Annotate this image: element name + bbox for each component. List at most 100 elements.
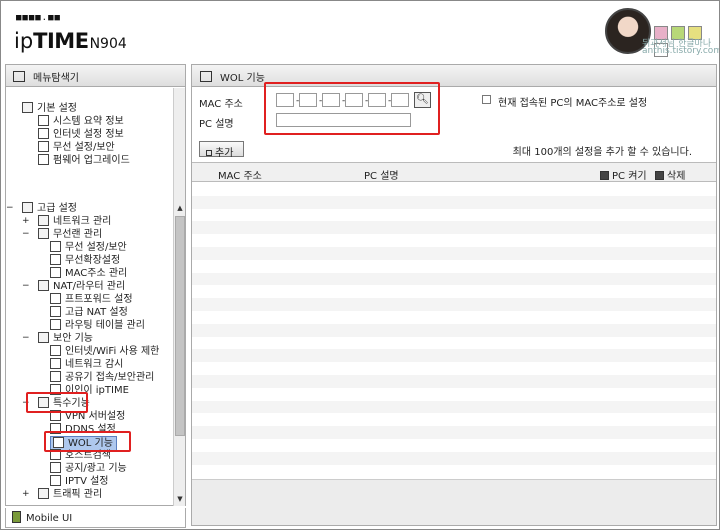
tree-item-wireless-basic[interactable]: 무선 설정/보안: [38, 141, 115, 154]
tree-security[interactable]: − 보안 기능: [22, 332, 93, 345]
wol-panel: WOL 기능 MAC 주소 PC 설명 - - - - - 🔍︎ 현재 접속된 …: [191, 64, 717, 526]
menu-explorer-panel: 메뉴탐색기 기본 설정 시스템 요약 정보 인터넷 설정 정보 무선 설정/보안…: [5, 64, 186, 506]
expand-icon[interactable]: +: [22, 215, 30, 227]
mac-octet-6[interactable]: [391, 93, 409, 107]
page-icon: [50, 241, 61, 252]
tree-nat[interactable]: − NAT/라우터 관리: [22, 280, 125, 293]
menu-explorer-title: 메뉴탐색기: [33, 73, 79, 84]
table-row: [192, 195, 716, 209]
page-title: WOL 기능: [220, 73, 265, 84]
magnifier-icon: 🔍︎: [416, 94, 429, 105]
sidebar-scrollbar[interactable]: ▲ ▼: [173, 88, 185, 506]
tree-basic-settings[interactable]: 기본 설정: [22, 102, 77, 115]
tree-item-wireless-security[interactable]: 무선 설정/보안: [50, 241, 127, 254]
tree-item-router-security[interactable]: 공유기 접속/보안관리: [50, 371, 154, 384]
tree-traffic[interactable]: + 트래픽 관리: [22, 488, 102, 501]
table-row: [192, 272, 716, 286]
page-icon: [50, 267, 61, 278]
brand-ip: ip: [14, 29, 34, 53]
folder-icon: [38, 280, 49, 291]
page-icon: [50, 358, 61, 369]
tree-item-vpn[interactable]: VPN 서버설정: [50, 410, 125, 423]
mobile-ui-link[interactable]: Mobile UI: [5, 508, 186, 528]
tree-item-notice[interactable]: 공지/광고 기능: [50, 462, 127, 475]
page-icon: [50, 475, 61, 486]
panel-footer: [192, 479, 716, 525]
tree-item-system-summary[interactable]: 시스템 요약 정보: [38, 115, 124, 128]
tree-item-port-forward[interactable]: 프트포워드 설정: [50, 293, 133, 306]
collapse-icon[interactable]: −: [22, 280, 30, 292]
tree-wireless[interactable]: − 무선랜 관리: [22, 228, 102, 241]
wireless-icon: [38, 141, 49, 152]
tree-item-advanced-nat[interactable]: 고급 NAT 설정: [50, 306, 128, 319]
tree-item-access-limit[interactable]: 인터넷/WiFi 사용 제한: [50, 345, 159, 358]
table-row: [192, 465, 716, 478]
pc-desc-input[interactable]: [276, 113, 411, 127]
scroll-down-icon[interactable]: ▼: [175, 494, 185, 504]
expand-icon[interactable]: +: [22, 488, 30, 500]
tree-item-network-monitor[interactable]: 네트워크 감시: [50, 358, 123, 371]
current-pc-checkbox[interactable]: [482, 95, 491, 104]
tree-item-host-search[interactable]: 호스트검색: [50, 449, 111, 462]
mac-octet-2[interactable]: [299, 93, 317, 107]
mac-search-button[interactable]: 🔍︎: [414, 92, 431, 108]
page-icon: [50, 254, 61, 265]
page-icon: [200, 71, 212, 82]
tree-item-internet-info[interactable]: 인터넷 설정 정보: [38, 128, 124, 141]
page-icon: [38, 154, 49, 165]
mobile-icon: [12, 511, 21, 523]
brand-logo: ipTIMEN904: [14, 29, 127, 53]
page-icon: [38, 128, 49, 139]
wol-table-header: MAC 주소 PC 설명 PC 켜기 삭제: [192, 162, 716, 182]
mac-octet-1[interactable]: [276, 93, 294, 107]
collapse-icon[interactable]: −: [22, 332, 30, 344]
tree-item-routing-table[interactable]: 라우팅 테이블 관리: [50, 319, 145, 332]
table-row: [192, 362, 716, 375]
max-entries-note: 최대 100개의 설정을 추가 할 수 있습니다.: [512, 147, 692, 158]
mac-octet-4[interactable]: [345, 93, 363, 107]
page-icon: [50, 371, 61, 382]
highlight-mac-form: [264, 82, 440, 135]
folder-icon: [22, 102, 33, 113]
menu-tree: 기본 설정 시스템 요약 정보 인터넷 설정 정보 무선 설정/보안 펌웨어 업…: [6, 88, 173, 506]
tree-item-wireless-extend[interactable]: 무선확장설정: [50, 254, 120, 267]
mac-octet-5[interactable]: [368, 93, 386, 107]
add-button[interactable]: 추가: [199, 141, 244, 159]
table-row: [192, 349, 716, 363]
folder-icon: [22, 202, 33, 213]
table-row: [192, 323, 716, 337]
table-row: [192, 388, 716, 401]
folder-icon: [38, 397, 49, 408]
delete-icon: [655, 171, 664, 180]
table-row: [192, 337, 716, 350]
collapse-icon[interactable]: −: [22, 397, 30, 409]
tree-special[interactable]: − 특수기능: [22, 397, 90, 410]
table-row: [192, 234, 716, 247]
collapse-icon[interactable]: −: [22, 228, 30, 240]
tree-network[interactable]: + 네트워크 관리: [22, 215, 111, 228]
pc-desc-label: PC 설명: [199, 119, 234, 130]
wol-panel-header: WOL 기능: [192, 65, 716, 87]
mac-octet-3[interactable]: [322, 93, 340, 107]
tree-item-mac-manage[interactable]: MAC주소 관리: [50, 267, 127, 280]
scroll-up-icon[interactable]: ▲: [175, 203, 185, 213]
page-icon: [50, 449, 61, 460]
explorer-icon: [13, 71, 25, 82]
tree-item-iptime-safe[interactable]: 이인이 ipTIME: [50, 384, 129, 397]
tree-item-firmware[interactable]: 펌웨어 업그레이드: [38, 154, 130, 167]
table-row: [192, 183, 716, 196]
scroll-thumb[interactable]: [175, 216, 185, 436]
table-row: [192, 413, 716, 426]
current-pc-label: 현재 접속된 PC의 MAC주소로 설정: [498, 98, 648, 109]
tree-item-iptv[interactable]: IPTV 설정: [50, 475, 109, 488]
tree-item-ddns[interactable]: DDNS 설정: [50, 423, 116, 436]
collapse-icon[interactable]: −: [6, 202, 14, 214]
col-delete[interactable]: 삭제: [655, 167, 685, 182]
col-wake[interactable]: PC 켜기: [600, 167, 647, 182]
table-row: [192, 451, 716, 465]
page-icon: [50, 462, 61, 473]
page-icon: [38, 115, 49, 126]
tree-advanced-settings[interactable]: − 고급 설정: [6, 202, 77, 215]
col-mac: MAC 주소: [218, 171, 262, 182]
menu-explorer-header: 메뉴탐색기: [6, 65, 185, 87]
